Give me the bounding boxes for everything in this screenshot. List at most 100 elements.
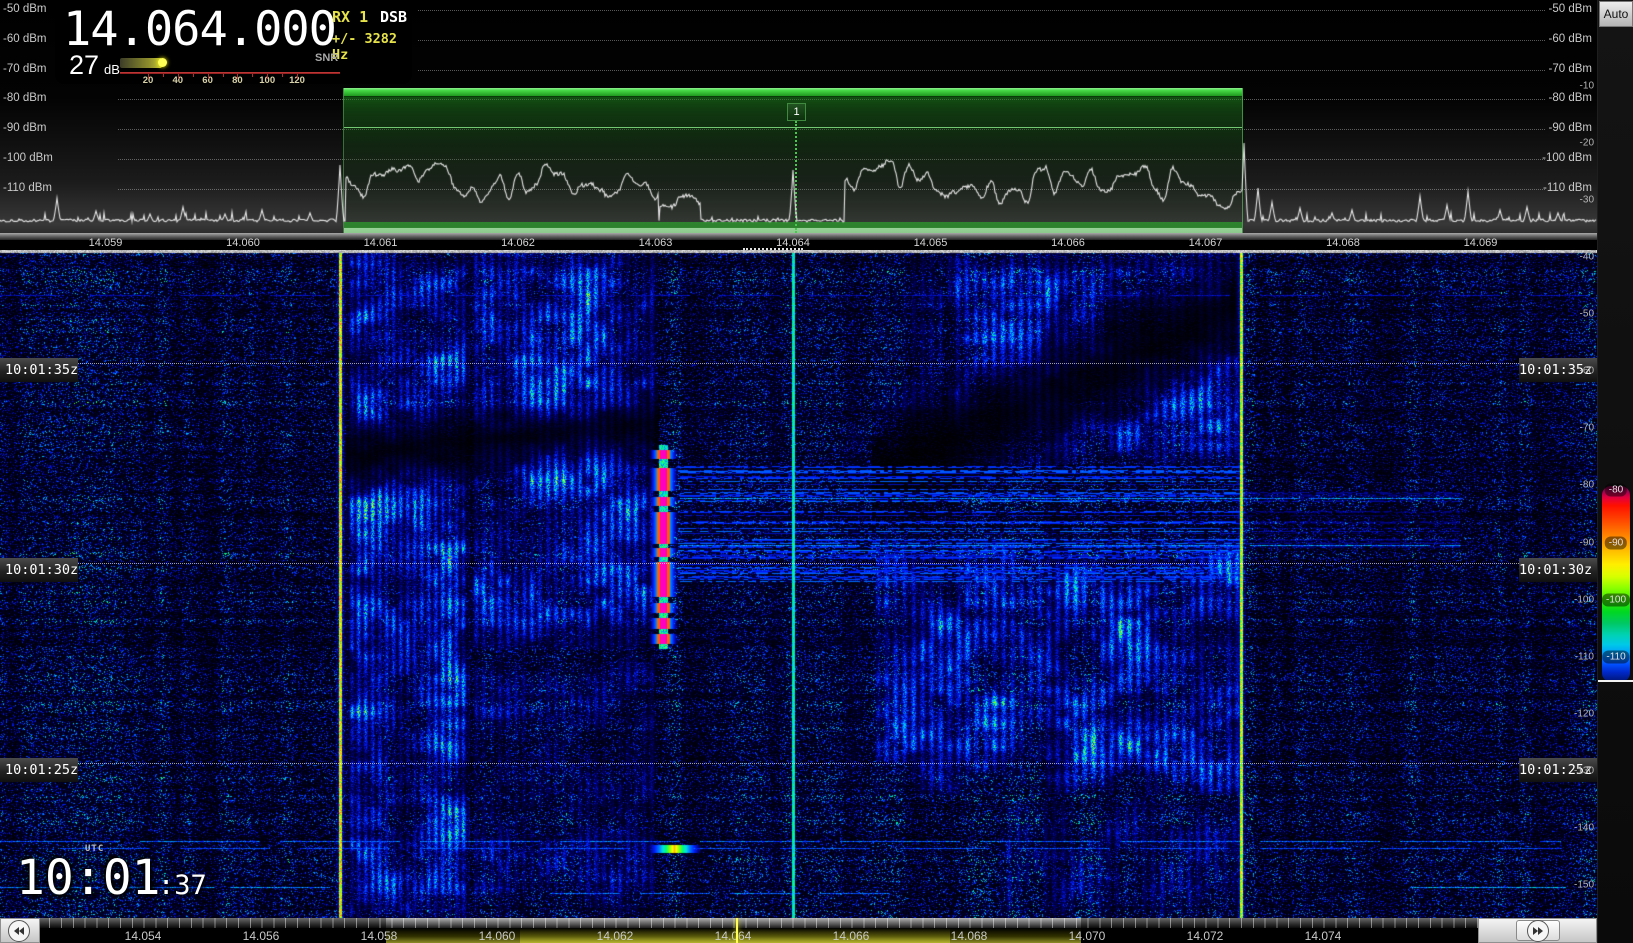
snr-tick [237,74,238,79]
dbm-label-left: -110 dBm [3,182,52,194]
spectrum-axis-label: 14.069 [1464,237,1498,249]
snr-tick [178,74,179,79]
snr-tick [267,74,268,79]
band-scale-bar[interactable]: 14.054 14.056 14.058 14.060 14.062 14.064 14.0… [0,918,1633,943]
dbm-label-right: -70 dBm [1532,63,1592,75]
level-scale-label: -120 [1564,708,1594,719]
snr-tick [148,74,149,79]
spectrum-frequency-axis[interactable]: 14.05914.06014.06114.06214.06314.06414.0… [0,233,1597,250]
snr-tick [297,74,298,79]
spectrum-axis-label: 14.060 [226,237,260,249]
spectrum-axis-label: 14.065 [914,237,948,249]
timestamp-label-left: 10:01:30z [0,558,78,582]
double-left-arrow-icon [13,926,25,936]
dbm-label-left: -50 dBm [3,3,46,15]
level-scale-label: -60 [1564,366,1594,377]
dbm-label-left: -60 dBm [3,33,46,45]
snr-tick [223,74,224,77]
band-scale-label: 14.066 [833,929,870,943]
dbm-label-right: -100 dBm [1532,152,1592,164]
level-scale-label: -110 [1564,651,1594,662]
colorbar-level-label: -110 [1602,651,1629,664]
timestamp-label-left: 10:01:25z [0,758,78,782]
band-scale-label: 14.072 [1187,929,1224,943]
dbm-label-left: -80 dBm [3,92,46,104]
level-scale-label: -50 [1564,309,1594,320]
dbm-label-left: -70 dBm [3,63,46,75]
snr-value: 27 [69,50,99,81]
frequency-readout[interactable]: 14.064.000 RX 1 DSB +/- 3282 Hz 27 dB 20… [55,0,412,84]
dbm-label-left: -90 dBm [3,122,46,134]
level-scale-label: -80 [1564,480,1594,491]
level-scale-label: -140 [1564,822,1594,833]
snr-tick [282,74,283,77]
level-scale-label: -40 [1564,252,1594,263]
clock-seconds: :37 [158,870,207,901]
waterfall[interactable]: 10:01:35z10:01:35z10:01:30z10:01:30z10:0… [0,250,1597,918]
snr-label: SNR [315,52,338,64]
level-scale-label: -30 [1564,195,1594,206]
mode-label[interactable]: DSB [380,8,407,26]
band-scale-label: 14.060 [479,929,516,943]
level-scale-label: -20 [1564,138,1594,149]
level-scale-label: -70 [1564,423,1594,434]
snr-tick [163,74,164,77]
spectrum-axis-label: 14.059 [89,237,123,249]
dbm-label-right: -50 dBm [1532,3,1592,15]
right-scale-panel: Auto -10-20-30-40-50-60-70-80-90-100-110… [1597,0,1633,943]
spectrum-axis-label: 14.063 [639,237,673,249]
filter-offset-label: +/- 3282 Hz [332,31,412,63]
double-right-arrow-icon [1532,926,1544,936]
level-scale-label: -90 [1564,537,1594,548]
dbm-label-right: -110 dBm [1532,182,1592,194]
tuned-frequency-value[interactable]: 14.064.000 [63,2,336,57]
snr-unit: dB [104,62,120,77]
spectrum-axis-label: 14.067 [1189,237,1223,249]
snr-meter-dot [158,58,167,67]
spectrum-axis-label: 14.061 [364,237,398,249]
auto-range-button[interactable]: Auto [1599,1,1633,27]
dbm-label-left: -100 dBm [3,152,53,164]
scroll-right-button[interactable] [1527,920,1549,942]
snr-tick [208,74,209,79]
band-scale-label: 14.054 [125,929,162,943]
band-scale-label: 14.058 [361,929,398,943]
level-scale-label: -150 [1564,879,1594,890]
band-scale-label: 14.064 [715,929,752,943]
dbm-label-right: -60 dBm [1532,33,1592,45]
band-scale-label: 14.074 [1305,929,1342,943]
snr-meter-bar [120,58,162,68]
waterfall-canvas[interactable] [0,250,1597,918]
rx-label: RX 1 [332,8,368,26]
clock-time: 10:01 [16,850,161,906]
colorbar-level-label: -90 [1605,537,1627,550]
level-scale-label: -100 [1564,594,1594,605]
band-scale-label: 14.062 [597,929,634,943]
snr-tick [193,74,194,77]
utc-clock: UTC 10:01 :37 [16,844,276,914]
level-scale-label: -130 [1564,765,1594,776]
tuned-frequency-marker [736,918,738,943]
colorbar-level-label: -100 [1602,594,1630,607]
spectrum-axis-label: 14.066 [1051,237,1085,249]
snr-scale-line [120,72,340,74]
spectrum-axis-label: 14.062 [501,237,535,249]
colorbar-level-label: -80 [1605,484,1627,497]
scroll-left-button[interactable] [8,920,30,942]
timestamp-label-left: 10:01:35z [0,358,78,382]
scale-controls-panel: x2 [1478,918,1597,943]
level-scale-label: -10 [1564,81,1594,92]
dbm-label-right: -90 dBm [1532,122,1592,134]
scroll-left-panel [0,918,40,943]
colorbar-end-line [1598,680,1633,682]
band-scale-label: 14.070 [1069,929,1106,943]
timestamp-gridline [78,363,1519,364]
band-scale-tickmarks [0,918,1633,928]
timestamp-gridline [78,763,1519,764]
band-scale-label: 14.056 [243,929,280,943]
band-scale-label: 14.068 [951,929,988,943]
spectrum-panel[interactable]: 1 -50 dBm-50 dBm-60 dBm-60 dBm-70 dBm-70… [0,0,1597,233]
dbm-label-right: -80 dBm [1532,92,1592,104]
timestamp-label-right: 10:01:30z [1519,558,1597,582]
snr-tick [252,74,253,77]
